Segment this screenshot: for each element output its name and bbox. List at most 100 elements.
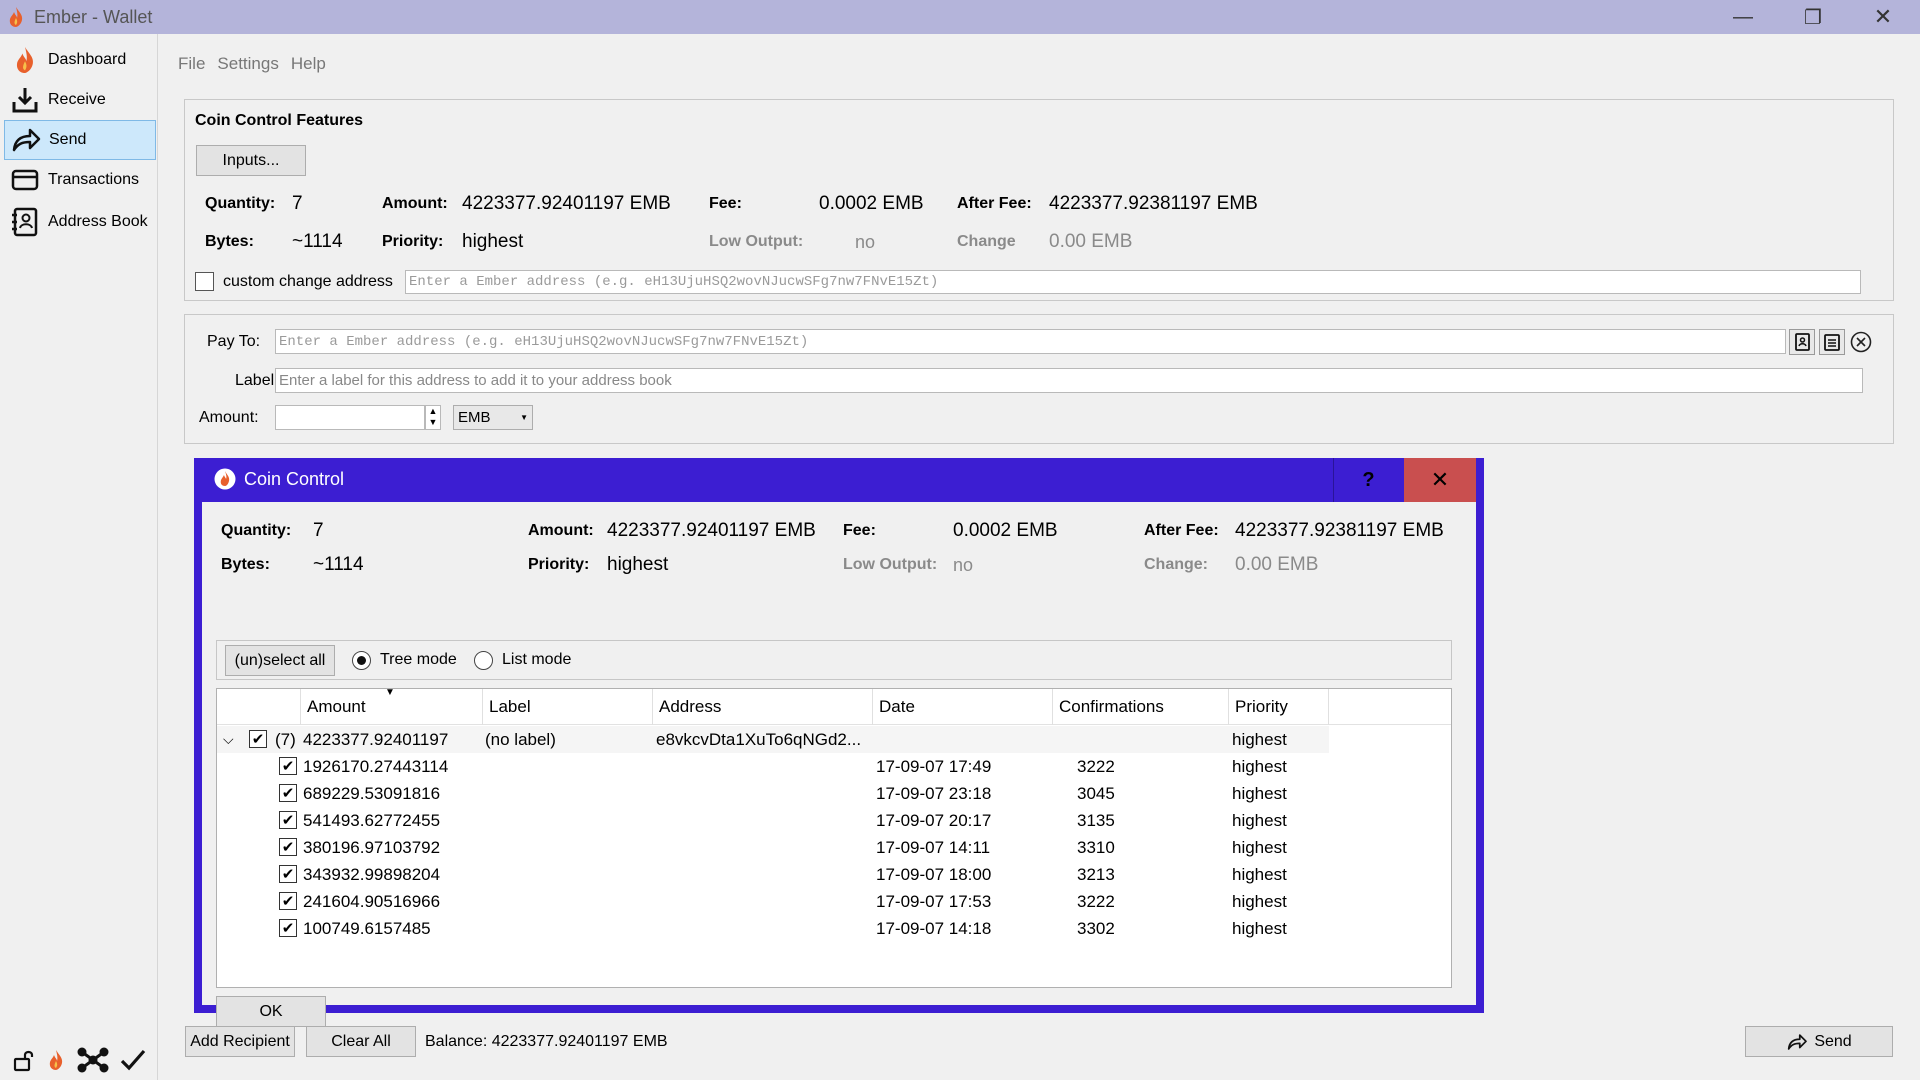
change-value: 0.00 EMB: [1235, 554, 1319, 575]
row-amount: 100749.6157485: [303, 918, 431, 938]
flame-icon: [214, 468, 236, 490]
pay-to-input[interactable]: Enter a Ember address (e.g. eH13UjuHSQ2w…: [275, 329, 1786, 354]
row-checkbox[interactable]: ✔: [279, 784, 297, 802]
menu-file[interactable]: File: [178, 52, 205, 76]
custom-change-checkbox[interactable]: [195, 272, 214, 291]
help-button[interactable]: ?: [1333, 458, 1403, 502]
card-icon: [10, 165, 40, 195]
bytes-label: Bytes:: [221, 556, 270, 573]
row-amount: 1926170.27443114: [303, 756, 449, 776]
amount-input[interactable]: [275, 405, 425, 430]
send-button[interactable]: Send: [1745, 1026, 1893, 1057]
menu-settings[interactable]: Settings: [217, 52, 278, 76]
menu-help[interactable]: Help: [291, 52, 326, 76]
close-window-button[interactable]: ✕: [1848, 0, 1918, 34]
row-confirmations: 3213: [1077, 864, 1115, 884]
table-row[interactable]: ✔ 343932.99898204 17-09-07 18:00 3213 hi…: [217, 861, 1451, 888]
table-row[interactable]: ✔ 1926170.27443114 17-09-07 17:49 3222 h…: [217, 753, 1451, 780]
unlock-icon: [13, 1050, 34, 1072]
list-mode-radio[interactable]: [474, 651, 493, 670]
remove-recipient-button[interactable]: [1849, 330, 1873, 354]
ok-button[interactable]: OK: [216, 996, 326, 1027]
row-amount: 380196.97103792: [303, 837, 441, 857]
fee-label: Fee:: [843, 522, 876, 539]
row-checkbox[interactable]: ✔: [279, 892, 297, 910]
sidebar-item-transactions[interactable]: Transactions: [4, 160, 156, 200]
custom-change-address-input[interactable]: Enter a Ember address (e.g. eH13UjuHSQ2w…: [405, 270, 1861, 294]
unit-select[interactable]: EMB ▼: [453, 405, 533, 430]
column-header-address[interactable]: Address: [653, 689, 873, 725]
change-label: Change: [957, 233, 1016, 250]
row-date: 17-09-07 23:18: [876, 783, 992, 803]
low-output-value: no: [855, 232, 876, 252]
send-arrow-icon: [1788, 1033, 1808, 1050]
send-arrow-icon: [11, 125, 41, 155]
tree-mode-radio[interactable]: [352, 651, 371, 670]
row-confirmations: 3222: [1077, 756, 1115, 776]
tree-parent-row[interactable]: ⌵ ✔ (7) 4223377.92401197 (no label) e8vk…: [217, 726, 1329, 753]
priority-value: highest: [462, 231, 524, 252]
clipboard-icon: [1824, 334, 1840, 351]
sidebar-item-receive[interactable]: Receive: [4, 80, 156, 120]
minimize-button[interactable]: —: [1708, 0, 1778, 34]
row-priority: highest: [1232, 810, 1287, 830]
table-row[interactable]: ✔ 380196.97103792 17-09-07 14:11 3310 hi…: [217, 834, 1451, 861]
amount-value: 4223377.92401197 EMB: [607, 520, 816, 541]
row-checkbox[interactable]: ✔: [279, 811, 297, 829]
send-button-label: Send: [1814, 1032, 1852, 1050]
after-fee-value: 4223377.92381197 EMB: [1235, 520, 1444, 541]
row-checkbox[interactable]: ✔: [279, 757, 297, 775]
select-all-button[interactable]: (un)select all: [225, 645, 335, 676]
clear-all-button[interactable]: Clear All: [306, 1026, 416, 1057]
group-priority: highest: [1232, 729, 1287, 749]
sidebar-item-address-book[interactable]: Address Book: [4, 202, 156, 242]
amount-label: Amount:: [382, 195, 448, 212]
column-header-label[interactable]: Label: [483, 689, 653, 725]
close-dialog-button[interactable]: ✕: [1404, 458, 1476, 502]
sidebar-item-label: Address Book: [48, 213, 148, 230]
quantity-label: Quantity:: [221, 522, 292, 539]
amount-spinner[interactable]: ▲ ▼: [425, 405, 441, 430]
row-checkbox[interactable]: ✔: [249, 730, 267, 748]
flame-icon: [10, 45, 40, 75]
column-header-date[interactable]: Date: [873, 689, 1053, 725]
chevron-down-icon: ▼: [520, 413, 528, 422]
quantity-value: 7: [292, 193, 303, 214]
inputs-button[interactable]: Inputs...: [196, 145, 306, 176]
column-header-amount[interactable]: Amount ▼: [301, 687, 483, 725]
pay-to-label: Pay To:: [207, 333, 261, 350]
column-header-priority[interactable]: Priority: [1229, 689, 1329, 725]
table-row[interactable]: ✔ 100749.6157485 17-09-07 14:18 3302 hig…: [217, 915, 1451, 942]
column-header-check[interactable]: [217, 689, 301, 725]
row-confirmations: 3222: [1077, 891, 1115, 911]
row-checkbox[interactable]: ✔: [279, 865, 297, 883]
row-checkbox[interactable]: ✔: [279, 838, 297, 856]
priority-label: Priority:: [528, 556, 590, 573]
row-priority: highest: [1232, 891, 1287, 911]
paste-button[interactable]: [1819, 329, 1845, 355]
table-row[interactable]: ✔ 689229.53091816 17-09-07 23:18 3045 hi…: [217, 780, 1451, 807]
address-book-button[interactable]: [1789, 329, 1815, 355]
table-row[interactable]: ✔ 241604.90516966 17-09-07 17:53 3222 hi…: [217, 888, 1451, 915]
sidebar-item-label: Dashboard: [48, 51, 127, 68]
add-recipient-button[interactable]: Add Recipient: [185, 1026, 295, 1057]
fee-label: Fee:: [709, 195, 742, 212]
address-book-icon: [1795, 333, 1810, 351]
row-amount: 241604.90516966: [303, 891, 441, 911]
column-header-confirmations[interactable]: Confirmations: [1053, 689, 1229, 725]
row-confirmations: 3045: [1077, 783, 1115, 803]
sidebar-item-dashboard[interactable]: Dashboard: [4, 40, 156, 80]
maximize-button[interactable]: ❐: [1778, 0, 1848, 34]
table-row[interactable]: ✔ 541493.62772455 17-09-07 20:17 3135 hi…: [217, 807, 1451, 834]
row-priority: highest: [1232, 864, 1287, 884]
row-date: 17-09-07 20:17: [876, 810, 992, 830]
row-checkbox[interactable]: ✔: [279, 919, 297, 937]
row-date: 17-09-07 14:18: [876, 918, 992, 938]
low-output-label: Low Output:: [709, 233, 804, 250]
sidebar-item-send[interactable]: Send: [4, 120, 156, 160]
label-input[interactable]: Enter a label for this address to add it…: [275, 368, 1863, 393]
row-priority: highest: [1232, 783, 1287, 803]
chevron-down-icon[interactable]: ⌵: [223, 726, 234, 753]
row-date: 17-09-07 18:00: [876, 864, 992, 884]
change-label: Change:: [1144, 556, 1208, 573]
